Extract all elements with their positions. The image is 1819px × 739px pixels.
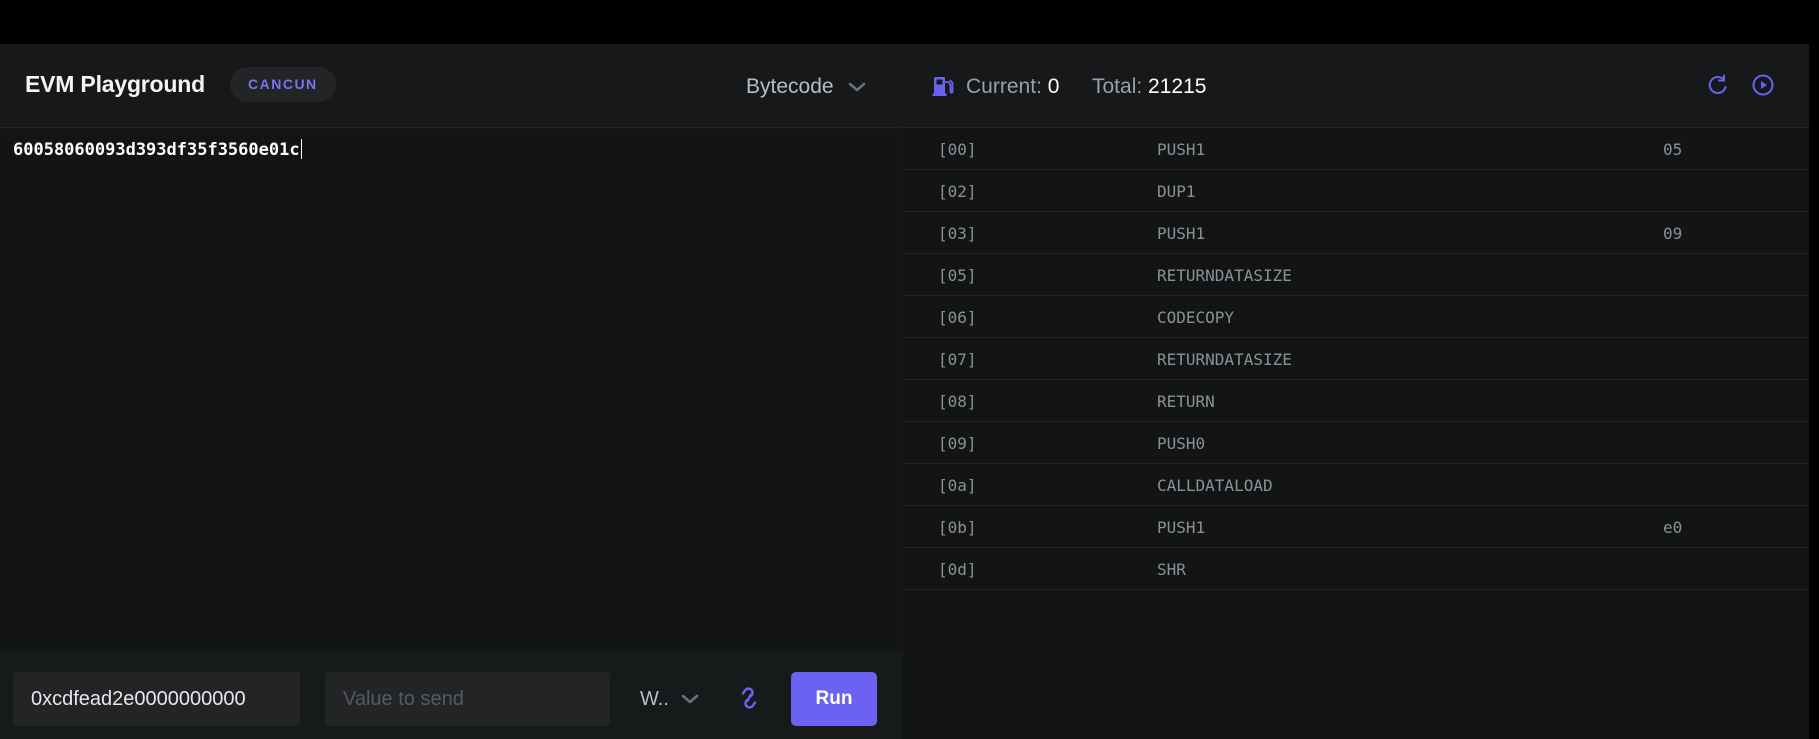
code-type-label: Bytecode [746, 75, 834, 98]
gas-current-value: 0 [1047, 75, 1060, 98]
opcode-row[interactable]: [05] RETURNDATASIZE [903, 254, 1809, 296]
reset-button[interactable] [1705, 72, 1731, 98]
opcode-offset: [03] [938, 224, 977, 243]
opcode-offset: [07] [938, 350, 977, 369]
calldata-input[interactable] [13, 672, 300, 726]
opcode-row[interactable]: [0b] PUSH1 e0 [903, 506, 1809, 548]
top-bar [0, 0, 1819, 44]
execution-panel: Current: 0 Total: 21215 [00] PUSH1 05 [02] D… [903, 44, 1809, 739]
bytecode-text[interactable]: 60058060093d393df35f3560e01c [13, 139, 302, 160]
gas-total-value: 21215 [1148, 75, 1207, 98]
opcode-name: RETURN [1157, 392, 1215, 411]
play-icon [1752, 74, 1774, 96]
unit-select[interactable]: W.. [640, 681, 699, 717]
opcode-name: PUSH1 [1157, 518, 1206, 537]
opcode-name: PUSH1 [1157, 224, 1206, 243]
opcode-offset: [0b] [938, 518, 977, 537]
opcode-list: [00] PUSH1 05 [02] DUP1 [03] PUSH1 09 [05] RETURN… [903, 128, 1809, 590]
code-editor[interactable]: 60058060093d393df35f3560e01c [0, 129, 902, 651]
opcode-row[interactable]: [07] RETURNDATASIZE [903, 338, 1809, 380]
opcode-offset: [0a] [938, 476, 977, 495]
fork-badge[interactable]: CANCUN [230, 67, 336, 102]
opcode-name: PUSH1 [1157, 140, 1206, 159]
play-button[interactable] [1750, 72, 1776, 98]
opcode-row[interactable]: [09] PUSH0 [903, 422, 1809, 464]
opcode-name: RETURNDATASIZE [1157, 350, 1292, 369]
opcode-name: CODECOPY [1157, 308, 1235, 327]
editor-header: EVM Playground CANCUN Bytecode [0, 44, 902, 128]
gas-total-label: Total: [1092, 75, 1143, 98]
text-caret [300, 139, 302, 159]
run-controls: W.. Run [0, 651, 902, 739]
unit-label: W.. [640, 687, 669, 710]
opcode-argument: 09 [1663, 224, 1683, 243]
opcode-row[interactable]: [0a] CALLDATALOAD [903, 464, 1809, 506]
gas-total: Total: 21215 [1092, 75, 1206, 99]
opcode-offset: [08] [938, 392, 977, 411]
chevron-down-icon [848, 82, 865, 92]
chevron-down-icon [681, 694, 699, 704]
opcode-row[interactable]: [0d] SHR [903, 548, 1809, 590]
opcode-row[interactable]: [00] PUSH1 05 [903, 128, 1809, 170]
editor-panel: EVM Playground CANCUN Bytecode 600580600… [0, 44, 902, 739]
opcode-offset: [02] [938, 182, 977, 201]
window-edge [1809, 44, 1819, 739]
opcode-row[interactable]: [06] CODECOPY [903, 296, 1809, 338]
app-title: EVM Playground [25, 71, 205, 97]
run-button[interactable]: Run [791, 672, 877, 726]
opcode-row[interactable]: [03] PUSH1 09 [903, 212, 1809, 254]
opcode-name: SHR [1157, 560, 1186, 579]
opcode-name: RETURNDATASIZE [1157, 266, 1292, 285]
opcode-row[interactable]: [08] RETURN [903, 380, 1809, 422]
opcode-argument: 05 [1663, 140, 1683, 159]
opcode-offset: [05] [938, 266, 977, 285]
gas-header: Current: 0 Total: 21215 [903, 44, 1809, 128]
opcode-offset: [0d] [938, 560, 977, 579]
share-link-button[interactable] [736, 683, 762, 713]
gas-current: Current: 0 [966, 75, 1059, 99]
opcode-name: CALLDATALOAD [1157, 476, 1273, 495]
gas-current-label: Current: [966, 75, 1042, 98]
opcode-offset: [06] [938, 308, 977, 327]
opcode-name: DUP1 [1157, 182, 1196, 201]
gas-pump-icon [932, 77, 954, 96]
bytecode-content: 60058060093d393df35f3560e01c [13, 140, 300, 160]
opcode-row[interactable]: [02] DUP1 [903, 170, 1809, 212]
opcode-offset: [09] [938, 434, 977, 453]
opcode-argument: e0 [1663, 518, 1683, 537]
value-input[interactable] [325, 672, 610, 726]
reset-icon [1708, 74, 1727, 94]
opcode-name: PUSH0 [1157, 434, 1206, 453]
link-icon [741, 687, 757, 709]
opcode-offset: [00] [938, 140, 977, 159]
code-type-select[interactable]: Bytecode [746, 72, 866, 102]
